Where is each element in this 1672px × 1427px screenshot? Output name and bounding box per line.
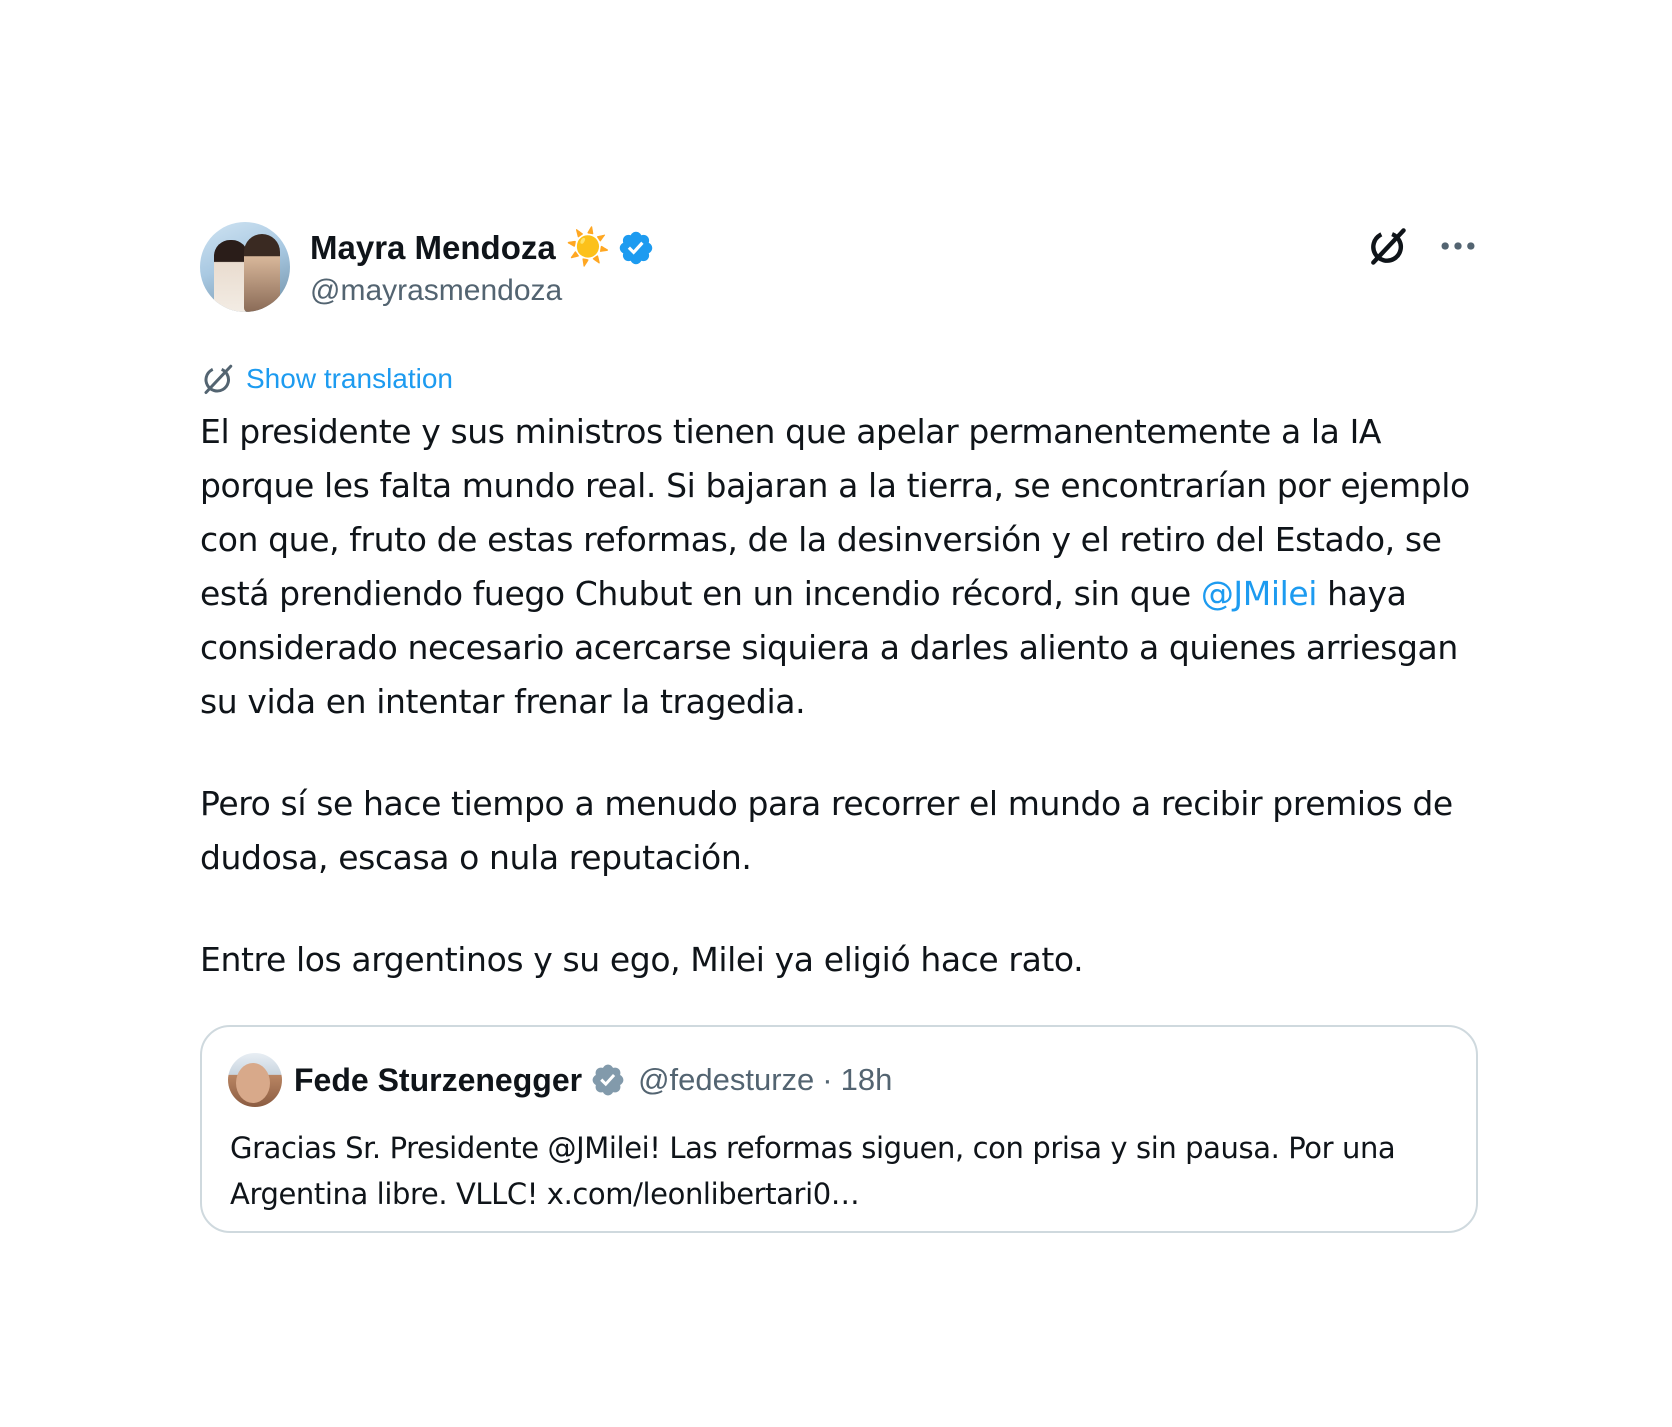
mention-link[interactable]: @JMilei (1201, 574, 1318, 613)
tweet-paragraph-2: Pero sí se hace tiempo a menudo para rec… (200, 784, 1463, 877)
grok-icon[interactable] (1366, 224, 1410, 268)
author-info: Mayra Mendoza ☀️ @mayrasmendoza (310, 226, 655, 308)
author-display-name[interactable]: Mayra Mendoza (310, 229, 556, 267)
author-handle[interactable]: @mayrasmendoza (310, 274, 655, 308)
separator-dot: · (822, 1062, 833, 1097)
header-actions (1366, 224, 1480, 268)
verified-badge-icon[interactable] (590, 1062, 626, 1098)
avatar-face (236, 1063, 270, 1103)
tweet-header: Mayra Mendoza ☀️ @mayrasmendoza (200, 222, 1480, 317)
avatar[interactable] (200, 222, 290, 312)
quoted-tweet-text: Gracias Sr. Presidente @JMilei! Las refo… (230, 1131, 1396, 1211)
show-translation-row: Show translation (200, 359, 1480, 399)
quoted-tweet-card[interactable]: Fede Sturzenegger @fedesturze · 18h Grac… (200, 1025, 1478, 1233)
sun-icon: ☀️ (565, 227, 611, 268)
verified-badge-icon[interactable] (617, 229, 655, 267)
quoted-tweet-header: Fede Sturzenegger @fedesturze · 18h (228, 1053, 892, 1107)
show-translation-link[interactable]: Show translation (246, 363, 453, 395)
quoted-handle[interactable]: @fedesturze (638, 1062, 814, 1098)
tweet: Mayra Mendoza ☀️ @mayrasmendoza Show tra… (200, 222, 1480, 987)
author-name-row: Mayra Mendoza ☀️ (310, 226, 655, 270)
quoted-timestamp[interactable]: 18h (841, 1062, 893, 1098)
tweet-text: El presidente y sus ministros tienen que… (200, 405, 1480, 987)
more-icon[interactable] (1436, 224, 1480, 268)
tweet-paragraph-1: El presidente y sus ministros tienen que… (200, 405, 1480, 729)
avatar-figure (244, 234, 280, 312)
avatar-figure (214, 240, 248, 312)
grok-translate-icon (204, 364, 233, 394)
quoted-display-name[interactable]: Fede Sturzenegger (294, 1062, 582, 1099)
quoted-avatar[interactable] (228, 1053, 282, 1107)
tweet-paragraph-3: Entre los argentinos y su ego, Milei ya … (200, 940, 1084, 979)
